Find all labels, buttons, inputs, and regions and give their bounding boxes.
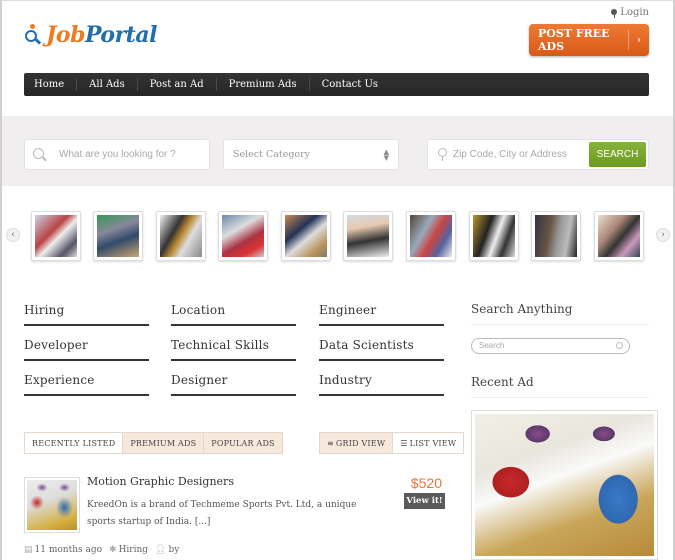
photo-image [285,215,327,257]
carousel-thumbnail[interactable] [594,211,644,261]
chevron-right-icon: › [637,34,641,46]
photo-image [347,215,389,257]
category-link-location[interactable]: Location [171,303,296,326]
search-anything-heading: Search Anything [471,302,649,325]
photo-image [473,215,515,257]
recent-ad-heading: Recent Ad [471,375,649,398]
location-pin-icon [438,148,447,161]
carousel-thumbnail[interactable] [218,211,268,261]
nav-item-contact-us[interactable]: Contact Us [310,78,390,91]
carousel-thumbnail[interactable] [281,211,331,261]
carousel-thumbnail[interactable] [31,211,81,261]
photo-image [222,215,264,257]
carousel-thumbnail[interactable] [343,211,393,261]
grid-view-label: GRID VIEW [335,438,386,448]
location-input[interactable]: Zip Code, City or Address SEARCH [427,139,649,170]
chevron-left-icon: ‹ [11,230,15,240]
view-it-button[interactable]: View it! [404,493,445,509]
nav-item-post-an-ad[interactable]: Post an Ad [138,78,217,91]
asterisk-icon: ✱ [109,545,117,555]
photo-image [160,215,202,257]
category-link-developer[interactable]: Developer [24,338,149,361]
listing-description: KreedOn is a brand of Techmeme Sports Pv… [87,500,357,527]
search-icon [33,148,44,159]
listing-price: $520 [410,475,442,491]
listing-title[interactable]: Motion Graphic Designers [87,475,234,488]
photo-image [598,215,640,257]
photo-image [35,215,77,257]
list-view-label: LIST VIEW [409,438,457,448]
grid-icon: ≡ [327,438,334,448]
listing-author: 👤︎ by [155,545,180,555]
listing-time: ▤ 11 months ago [24,545,103,555]
photo-image [27,480,77,530]
listing-tabs: RECENTLY LISTED PREMIUM ADS POPULAR ADS [24,432,283,454]
listing-meta: ▤ 11 months ago ✱ Hiring 👤︎ by [24,545,179,555]
list-view-button[interactable]: ☰ LIST VIEW [393,433,463,453]
site-logo[interactable]: JobPortal [24,22,157,48]
user-icon: 👤︎ [155,545,167,555]
post-free-ads-label: POST FREE ADS [538,27,610,53]
listing-thumbnail[interactable] [24,477,80,533]
carousel-thumbnail[interactable] [469,211,519,261]
keyword-placeholder: What are you looking for ? [59,149,176,160]
calendar-icon: ▤ [24,545,33,555]
photo-image [97,215,139,257]
category-link-data-scientists[interactable]: Data Scientists [319,338,444,361]
carousel-next-button[interactable]: › [656,228,670,242]
nav-item-home[interactable]: Home [24,78,78,91]
photo-image [410,215,452,257]
job-search-icon [24,24,42,46]
login-link[interactable]: Login [611,7,649,18]
search-button[interactable]: SEARCH [589,142,646,167]
category-link-experience[interactable]: Experience [24,373,149,396]
nav-item-all-ads[interactable]: All Ads [77,78,138,91]
login-label: Login [620,7,649,18]
tab-recently-listed[interactable]: RECENTLY LISTED [25,433,124,453]
view-toggle: ≡ GRID VIEW ☰ LIST VIEW [319,432,465,454]
category-selected-value: Select Category [233,149,311,160]
post-free-ads-button[interactable]: POST FREE ADS › [529,24,649,56]
chevron-right-icon: › [661,230,665,240]
category-link-hiring[interactable]: Hiring [24,303,149,326]
location-placeholder: Zip Code, City or Address [453,149,567,160]
category-link-technical-skills[interactable]: Technical Skills [171,338,296,361]
keyword-search-input[interactable]: What are you looking for ? [24,139,210,170]
logo-text: JobPortal [46,22,157,48]
list-icon: ☰ [400,438,408,448]
sidebar-search-input[interactable]: Search [471,338,630,354]
carousel-thumbnail[interactable] [531,211,581,261]
tab-premium-ads[interactable]: PREMIUM ADS [123,433,205,453]
select-arrows-icon: ▲ ▼ [383,148,389,162]
search-icon [616,342,623,349]
carousel-thumbnail[interactable] [156,211,206,261]
sidebar-search-placeholder: Search [479,341,505,350]
carousel-prev-button[interactable]: ‹ [6,228,20,242]
carousel-thumbnail[interactable] [406,211,456,261]
listing-category[interactable]: ✱ Hiring [109,545,148,555]
carousel-thumbnail[interactable] [93,211,143,261]
recent-ad-image[interactable] [471,410,658,560]
tab-popular-ads[interactable]: POPULAR ADS [204,433,282,453]
category-link-designer[interactable]: Designer [171,373,296,396]
category-link-industry[interactable]: Industry [319,373,444,396]
category-select[interactable]: Select Category ▲ ▼ [223,139,399,170]
photo-image [535,215,577,257]
category-link-engineer[interactable]: Engineer [319,303,444,326]
pin-icon [611,8,618,18]
grid-view-button[interactable]: ≡ GRID VIEW [320,433,394,453]
main-nav: Home All Ads Post an Ad Premium Ads Cont… [24,73,649,96]
nav-item-premium-ads[interactable]: Premium Ads [217,78,310,91]
photo-image [475,414,654,556]
